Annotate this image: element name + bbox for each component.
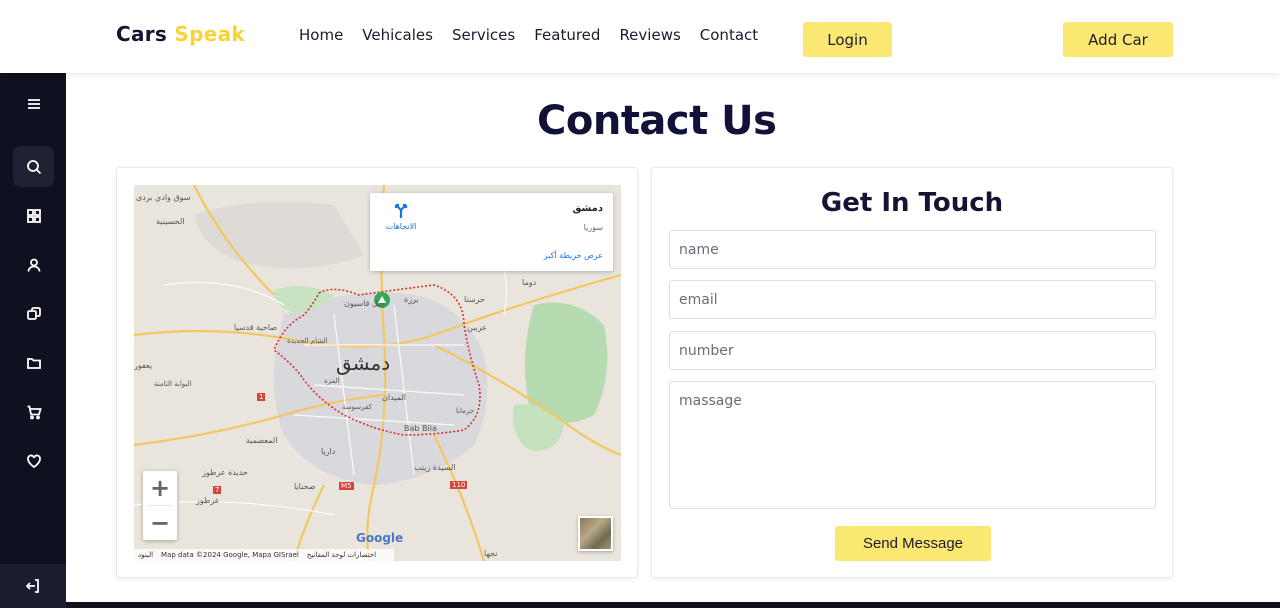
search-icon[interactable]: [13, 146, 54, 187]
map-label: جرمانا: [456, 407, 475, 415]
map-card: M5 110 7 1 سوق وادي بردى الحسينية جبل قا…: [116, 167, 638, 578]
nav-contact[interactable]: Contact: [700, 26, 758, 44]
google-logo: Google: [356, 531, 404, 545]
map-label: الحسينية: [156, 217, 185, 226]
email-input[interactable]: [669, 280, 1156, 319]
place-country: سوريا: [583, 223, 603, 232]
keyboard-shortcuts-link[interactable]: اختصارات لوحة المفاتيح: [307, 551, 376, 559]
contact-form-card: Get In Touch Send Message: [651, 167, 1173, 578]
folder-icon[interactable]: [13, 342, 54, 383]
larger-map-link[interactable]: عرض خريطة أكبر: [544, 251, 603, 260]
cart-icon[interactable]: [13, 391, 54, 432]
map-label: نجها: [484, 549, 498, 558]
directions-label: الاتجاهات: [385, 222, 417, 231]
map-info-window: الاتجاهات دمشق سوريا عرض خريطة أكبر: [370, 193, 613, 271]
map-label: سوق وادي بردى: [136, 193, 191, 202]
directions-icon: [394, 203, 408, 218]
map-label: Bab Bila: [404, 424, 437, 433]
map-label: عرطوز: [196, 496, 220, 505]
map-label: جبل قاسيون: [344, 299, 386, 308]
map-label: عربين: [467, 323, 487, 332]
add-car-button[interactable]: Add Car: [1063, 22, 1173, 57]
sidebar: [0, 73, 66, 608]
menu-icon[interactable]: [13, 83, 54, 124]
map-label: الشام الجديدة: [287, 337, 328, 345]
map-label: السيدة زينب: [414, 463, 456, 472]
number-input[interactable]: [669, 331, 1156, 370]
name-input[interactable]: [669, 230, 1156, 269]
map-label: دوما: [522, 278, 537, 287]
map-footer: البنود Map data ©2024 Google, Mapa GISra…: [134, 549, 394, 561]
satellite-toggle[interactable]: [578, 516, 613, 551]
map-label: المزة: [324, 377, 340, 385]
zoom-out-button[interactable]: −: [143, 506, 177, 540]
place-name: دمشق: [572, 203, 603, 214]
message-textarea[interactable]: [669, 381, 1156, 509]
nav-services[interactable]: Services: [452, 26, 515, 44]
login-button[interactable]: Login: [803, 22, 892, 57]
footer-strip: [66, 602, 1280, 608]
map-label: كفرسوسة: [342, 403, 372, 411]
nav-vehicles[interactable]: Vehicales: [362, 26, 433, 44]
nav-featured[interactable]: Featured: [534, 26, 600, 44]
map-data-attribution: Map data ©2024 Google, Mapa GISrael: [161, 551, 299, 559]
send-message-button[interactable]: Send Message: [835, 526, 991, 561]
map-label: داريا: [321, 447, 336, 456]
main-nav: Home Vehicales Services Featured Reviews…: [299, 26, 777, 44]
zoom-control: + −: [143, 471, 177, 540]
user-icon[interactable]: [13, 244, 54, 285]
zoom-in-button[interactable]: +: [143, 471, 177, 505]
road-shield-110: 110: [450, 481, 468, 489]
form-title: Get In Touch: [820, 188, 1004, 218]
top-navbar: Cars Speak Home Vehicales Services Featu…: [0, 0, 1280, 73]
map-label: الميدان: [382, 393, 406, 402]
city-label: دمشق: [336, 351, 391, 375]
map-label: البوابة الثامنة: [154, 380, 192, 388]
map-label: صاحية قدسيا: [234, 323, 277, 332]
map-label: حديدة عرطوز: [202, 468, 248, 477]
map-label: برزة: [404, 295, 419, 304]
copy-icon[interactable]: [13, 293, 54, 334]
logout-icon[interactable]: [0, 564, 66, 608]
heart-icon[interactable]: [13, 440, 54, 481]
road-shield-7: 7: [213, 486, 222, 494]
google-map[interactable]: M5 110 7 1 سوق وادي بردى الحسينية جبل قا…: [134, 185, 621, 561]
map-label: صحنايا: [294, 482, 316, 491]
road-shield-m5: M5: [339, 482, 354, 490]
grid-icon[interactable]: [13, 195, 54, 236]
map-label: يعفور: [134, 361, 153, 370]
page-title: Contact Us: [537, 98, 777, 144]
brand-name-main: Cars: [116, 22, 168, 46]
map-label: حرستا: [464, 295, 485, 304]
map-label: المعضمية: [246, 436, 278, 445]
nav-home[interactable]: Home: [299, 26, 343, 44]
road-shield-1: 1: [257, 393, 266, 401]
nav-reviews[interactable]: Reviews: [619, 26, 680, 44]
brand-name-accent: Speak: [174, 22, 246, 46]
brand-logo[interactable]: Cars Speak: [116, 22, 245, 46]
map-terms[interactable]: البنود: [138, 551, 153, 559]
directions-link[interactable]: الاتجاهات: [384, 201, 418, 231]
